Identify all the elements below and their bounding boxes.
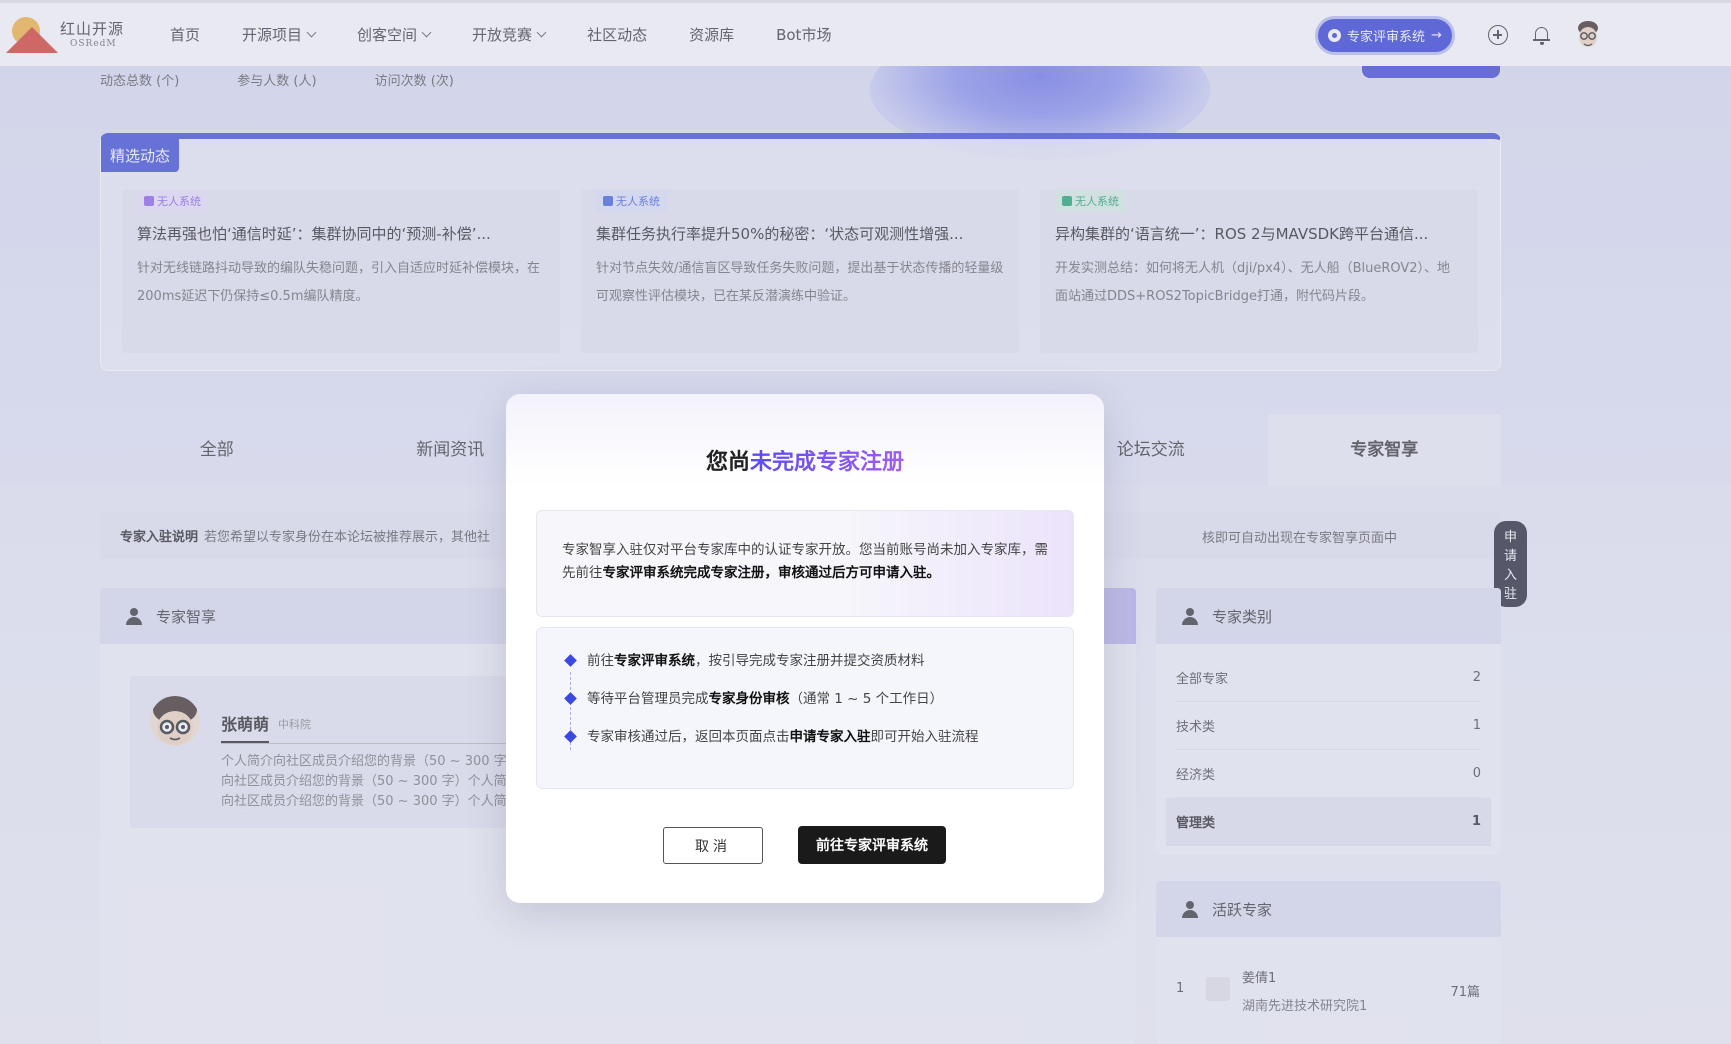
step-item: 专家审核通过后，返回本页面点击申请专家入驻即可开始入驻流程 <box>564 728 1073 766</box>
cancel-button[interactable]: 取消 <box>663 827 763 864</box>
diamond-icon <box>564 654 577 667</box>
step-item: 前往专家评审系统，按引导完成专家注册并提交资质材料 <box>564 652 1073 690</box>
steps-box: 前往专家评审系统，按引导完成专家注册并提交资质材料 等待平台管理员完成专家身份审… <box>536 627 1074 789</box>
step-item: 等待平台管理员完成专家身份审核（通常 1 ~ 5 个工作日） <box>564 690 1073 728</box>
modal-title: 您尚未完成专家注册 <box>705 450 905 475</box>
modal-info-box: 专家智享入驻仅对平台专家库中的认证专家开放。您当前账号尚未加入专家库，需先前往专… <box>536 510 1074 617</box>
info-text-bold: 专家评审系统完成专家注册，审核通过后方可申请入驻。 <box>602 565 941 581</box>
expert-registration-modal: 您尚未完成专家注册 专家智享入驻仅对平台专家库中的认证专家开放。您当前账号尚未加… <box>506 394 1104 903</box>
go-to-expert-system-button[interactable]: 前往专家评审系统 <box>798 826 946 864</box>
diamond-icon <box>564 692 577 705</box>
diamond-icon <box>564 730 577 743</box>
